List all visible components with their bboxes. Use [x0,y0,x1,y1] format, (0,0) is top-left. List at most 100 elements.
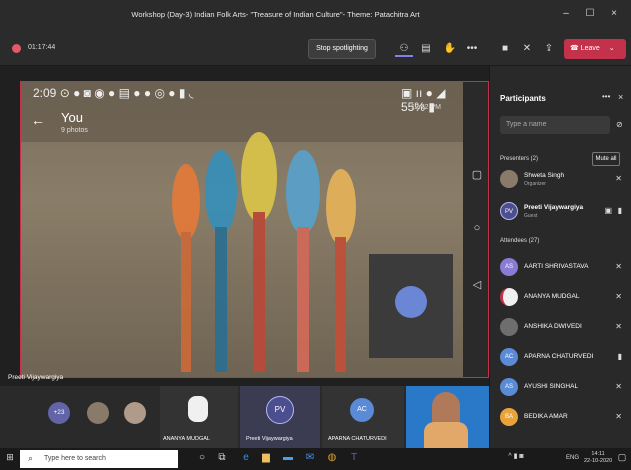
avatar: AS [500,258,518,276]
taskbar-search-input[interactable]: ⌕ Type here to search [20,450,178,468]
phone-timestamp: 12:22 PM [411,104,441,111]
gallery-row: +23 ANANYA MUDGAL PV Preeti Vijaywargiya… [0,386,489,448]
album-subtitle: 9 photos [61,127,88,134]
mic-icon[interactable]: ▮ [618,206,622,215]
avatar[interactable] [124,402,146,424]
task-view-icon[interactable]: ⧉ [214,452,230,463]
link-icon[interactable]: ⊘ [616,120,623,129]
gallery-tile[interactable]: ANANYA MUDGAL [160,386,238,448]
participants-icon[interactable]: ⚇ [395,41,413,57]
album-title: You [61,110,83,125]
spotlight-video: 2:09 ⊙ ● ◙ ◉ ● ▤ ● ● ◎ ● ▮ ◟ ▣ ıı ● ◢ 55… [20,81,489,378]
chat-icon[interactable]: ▤ [417,41,435,57]
window-title: Workshop (Day-3) Indian Folk Arts- "Trea… [131,10,420,19]
participant-name: AYUSHI SINGHAL [524,383,579,390]
store-icon[interactable]: ▬ [280,452,296,463]
mute-all-button[interactable]: Mute all [592,152,620,166]
camera-icon[interactable]: ■ [496,41,514,57]
avatar[interactable] [87,402,109,424]
phone-back-icon: ◁ [472,279,482,291]
tile-name: APARNA CHATURVEDI [328,436,387,442]
mic-off-icon[interactable]: ✕ [615,382,622,391]
phone-recents-icon: ▢ [471,169,483,181]
participant-name: Preeti Vijaywargiya [524,204,584,211]
participant-row[interactable]: AS AARTI SHRIVASTAVA ✕ [500,258,626,278]
cortana-icon[interactable]: ○ [194,452,210,463]
notifications-icon[interactable]: ▢ [614,452,630,463]
mic-off-icon[interactable]: ✕ [615,412,622,421]
participant-row[interactable]: BA BEDIKA AMAR ✕ [500,408,626,428]
edge-icon[interactable]: e [238,452,254,463]
avatar [188,396,208,422]
tray-icons[interactable]: ^ ▮ ◙ [508,452,524,460]
mic-icon[interactable]: ▮ [618,352,622,361]
mail-icon[interactable]: ✉ [302,452,318,463]
meeting-timer: 01:17:44 [28,44,56,51]
meeting-stage: 2:09 ⊙ ● ◙ ◉ ● ▤ ● ● ◎ ● ▮ ◟ ▣ ıı ● ◢ 55… [0,66,489,386]
presenter-name-tag: Preeti Vijaywargiya [8,374,64,381]
minimize-button[interactable]: – [556,8,576,19]
phone-icon: ☎ [570,45,581,52]
leave-label: Leave [580,45,600,52]
video-tile[interactable] [406,386,489,448]
avatar [500,288,518,306]
mic-off-icon[interactable]: ✕ [615,292,622,301]
mic-off-icon[interactable]: ✕ [615,174,622,183]
windows-start-icon[interactable]: ⊞ [2,452,18,463]
participant-name: BEDIKA AMAR [524,413,568,420]
chrome-icon[interactable]: ◍ [324,452,340,463]
mic-off-icon[interactable]: ✕ [615,262,622,271]
mic-off-icon[interactable]: ✕ [615,322,622,331]
participant-name: ANSHIKA DWIVEDI [524,323,582,330]
file-explorer-icon[interactable]: ▆ [258,452,274,463]
avatar: AS [500,378,518,396]
participant-row[interactable]: AC APARNA CHATURVEDI ▮ [500,348,626,368]
participant-video-body [424,422,468,448]
language-indicator[interactable]: ENG [566,455,579,461]
maximize-button[interactable]: ☐ [580,8,600,19]
participant-row[interactable]: ANSHIKA DWIVEDI ✕ [500,318,626,338]
gallery-tile[interactable]: PV Preeti Vijaywargiya [240,386,320,448]
stop-spotlighting-button[interactable]: Stop spotlighting [308,39,376,59]
gallery-tile[interactable]: AC APARNA CHATURVEDI [322,386,404,448]
more-icon[interactable]: ••• [602,92,610,101]
search-input[interactable]: Type a name [500,116,610,134]
taskbar-clock[interactable]: 14:11 22-10-2020 [584,451,612,465]
avatar: BA [500,408,518,426]
close-icon[interactable]: × [618,92,623,102]
taskbar-search-label: Type here to search [44,455,106,462]
windows-taskbar: ⊞ ⌕ Type here to search ○ ⧉ e ▆ ▬ ✉ ◍ T … [0,448,631,470]
participant-name: Shweta Singh [524,172,565,179]
attendees-label: Attendees (27) [500,238,540,244]
raise-hand-icon[interactable]: ✋ [441,41,459,57]
back-arrow-icon: ← [31,112,45,128]
participant-row[interactable]: AS AYUSHI SINGHAL ✕ [500,378,626,398]
search-icon: ⌕ [28,453,34,463]
overflow-count[interactable]: +23 [48,402,70,424]
avatar: PV [266,396,294,424]
chevron-down-icon: ⌄ [608,45,615,52]
mic-off-icon[interactable]: ✕ [518,41,536,57]
avatar [500,170,518,188]
close-button[interactable]: × [604,8,624,19]
self-video-tile [369,254,453,358]
participant-row[interactable]: ANANYA MUDGAL ✕ [500,288,626,308]
recording-icon [12,44,21,53]
presenters-label: Presenters (2) [500,156,539,162]
more-icon[interactable]: ••• [463,41,481,57]
panel-title: Participants [500,94,546,103]
clock-date: 22-10-2020 [584,458,613,464]
participant-row[interactable]: PV Preeti Vijaywargiya Guest ▣ ▮ [500,202,626,222]
avatar: PV [500,202,518,220]
participant-name: AARTI SHRIVASTAVA [524,263,589,270]
leave-button[interactable]: ☎ Leave ⌄ [564,39,626,59]
phone-status-left: 2:09 ⊙ ● ◙ ◉ ● ▤ ● ● ◎ ● ▮ ◟ [33,86,194,100]
participant-row[interactable]: Shweta Singh Organizer ✕ [500,170,626,190]
avatar [500,318,518,336]
share-icon[interactable]: ⇪ [540,41,558,57]
teams-icon[interactable]: T [346,452,362,463]
tile-name: ANANYA MUDGAL [163,436,210,442]
participants-panel: Participants ••• × Type a name ⊘ Present… [489,66,631,448]
participant-name: ANANYA MUDGAL [524,293,580,300]
avatar: AC [350,398,374,422]
